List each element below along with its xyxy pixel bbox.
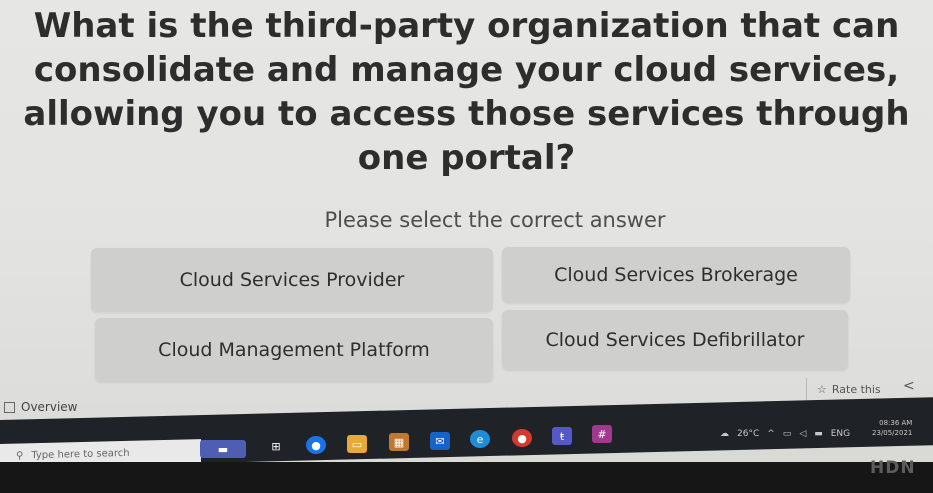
monitor-logo: HDN bbox=[870, 458, 916, 478]
checkbox-icon bbox=[4, 401, 15, 413]
battery-icon[interactable]: ▬ bbox=[814, 429, 823, 439]
answer-option-4[interactable]: Cloud Services Defibrillator bbox=[502, 310, 848, 370]
search-icon: ⚲ bbox=[16, 449, 24, 462]
mail-icon[interactable]: ✉ bbox=[430, 432, 450, 450]
answer-option-2[interactable]: Cloud Services Brokerage bbox=[502, 247, 850, 303]
edge-icon[interactable]: e bbox=[470, 430, 490, 448]
star-icon: ☆ bbox=[817, 382, 827, 396]
overview-link[interactable]: Overview bbox=[4, 400, 78, 414]
system-tray: ☁ 26°C ^ ▭ ◁ ▬ ENG bbox=[720, 423, 850, 445]
rate-button[interactable]: ☆ Rate this bbox=[806, 378, 907, 400]
overview-label: Overview bbox=[21, 400, 78, 414]
share-icon[interactable]: < bbox=[903, 378, 915, 394]
answer-option-3[interactable]: Cloud Management Platform bbox=[95, 318, 493, 382]
teams-icon[interactable]: ▬ bbox=[200, 440, 246, 458]
display-icon[interactable]: ▭ bbox=[783, 429, 792, 439]
rate-label: Rate this bbox=[831, 382, 881, 396]
weather-temp[interactable]: 26°C bbox=[737, 429, 759, 439]
chrome-icon[interactable]: ● bbox=[306, 436, 326, 454]
calendar-icon[interactable]: ▦ bbox=[389, 433, 409, 451]
clock-date: 23/05/2021 bbox=[872, 429, 913, 437]
monitor-bezel bbox=[0, 462, 933, 493]
volume-icon[interactable]: ◁ bbox=[799, 429, 806, 439]
question-text: What is the third-party organization tha… bbox=[23, 6, 910, 178]
clock-time: 08:36 AM bbox=[879, 419, 913, 427]
teams-2-icon[interactable]: ŧ bbox=[552, 427, 572, 445]
quiz-screen: What is the third-party organization tha… bbox=[0, 0, 933, 435]
task-view-icon[interactable]: ⊞ bbox=[266, 437, 286, 455]
answer-option-1[interactable]: Cloud Services Provider bbox=[91, 248, 493, 312]
file-explorer-icon[interactable]: ▭ bbox=[347, 435, 367, 453]
language-indicator[interactable]: ENG bbox=[831, 429, 850, 439]
chevron-up-icon[interactable]: ^ bbox=[767, 429, 775, 439]
chrome-2-icon[interactable]: ● bbox=[512, 429, 532, 447]
slack-icon[interactable]: # bbox=[592, 425, 612, 443]
search-placeholder: Type here to search bbox=[31, 447, 130, 461]
answer-prompt: Please select the correct answer bbox=[324, 208, 666, 232]
weather-icon[interactable]: ☁ bbox=[720, 429, 729, 439]
taskbar-clock[interactable]: 08:36 AM 23/05/2021 bbox=[872, 418, 912, 438]
